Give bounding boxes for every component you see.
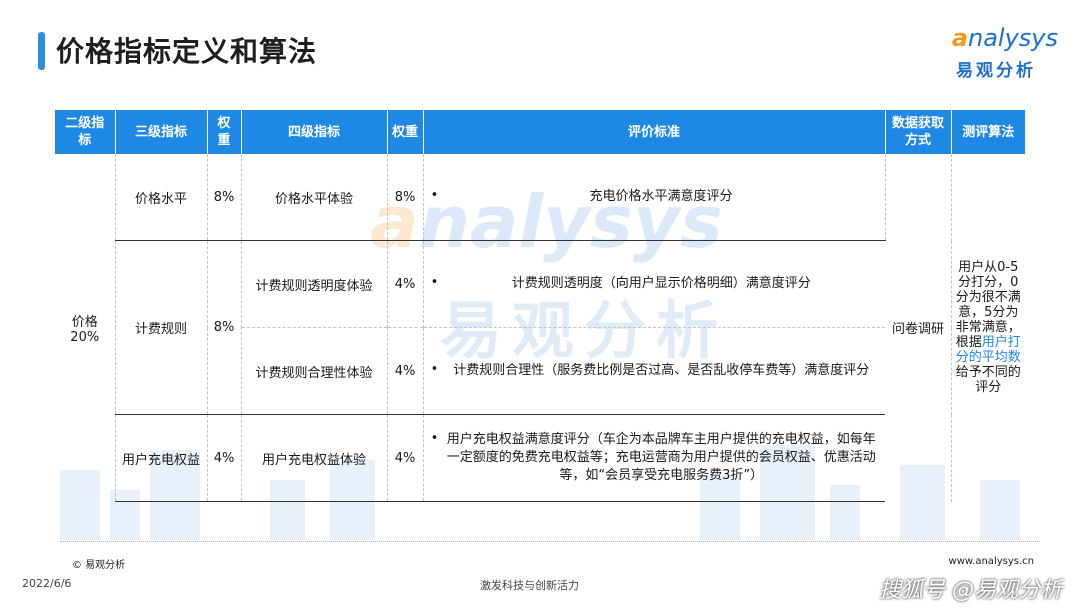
header-level3: 三级指标 [115,110,208,154]
table-row: 价格 20% 价格水平 8% 价格水平体验 8% • 充电价格水平满意度评分 问卷… [55,154,1025,502]
data-method-cell: 问卷调研 [885,154,952,502]
level4-weight: 4% [387,327,424,415]
website-link[interactable]: www.analysys.cn [949,556,1034,567]
level4-name: 价格水平体验 [241,154,388,241]
criterion-cell: • 计费规则合理性（服务费比例是否过高、是否乱收停车费等）满意度评分 [423,327,885,415]
analysys-logo: analysys 易观分析 [948,24,1058,81]
copyright-text: © 易观分析 [72,560,126,571]
level4-weight: 4% [387,240,424,328]
title-accent-bar [38,32,45,70]
logo-chinese: 易观分析 [956,61,1036,81]
criterion-text: 计费规则合理性（服务费比例是否过高、是否乱收停车费等）满意度评分 [453,363,870,378]
level3-name: 价格水平 [115,154,208,241]
level4-name: 计费规则合理性体验 [241,327,388,415]
criterion-text: 用户充电权益满意度评分（车企为本品牌车主用户提供的充电权益，如每年一定额度的免费… [446,432,876,483]
criterion-text: 计费规则透明度（向用户显示价格明细）满意度评分 [511,276,811,291]
brand-watermark: 搜狐号 @易观分析 [879,578,1062,603]
header-level4: 四级指标 [241,110,388,154]
level3-weight: 8% [207,240,242,415]
level3-weight: 8% [207,154,242,241]
slogan-text: 激发科技与创新活力 [480,579,579,592]
header-weight3: 权重 [207,110,242,154]
table-header-row: 二级指标 三级指标 权重 四级指标 权重 评价标准 数据获取方式 测评算法 [55,110,1025,154]
header-weight4: 权重 [387,110,424,154]
logo-word: analysys [951,24,1058,52]
criterion-cell: • 计费规则透明度（向用户显示价格明细）满意度评分 [423,240,885,328]
header-level2: 二级指标 [55,110,116,154]
level2-weight: 20% [70,329,100,345]
criterion-cell: • 充电价格水平满意度评分 [423,154,886,241]
table-row: 计费规则 8% 计费规则透明度体验 4% • 计费规则透明度（向用户显示价格明细）… [55,240,1025,415]
header-criteria: 评价标准 [423,110,886,154]
footer-divider [60,541,1040,542]
level3-name: 计费规则 [115,240,208,415]
level4-name: 用户充电权益体验 [241,414,388,502]
level3-name: 用户充电权益 [115,414,208,502]
level2-cell: 价格 20% [55,154,116,502]
criterion-cell: • 用户充电权益满意度评分（车企为本品牌车主用户提供的充电权益，如每年一定额度的免… [423,414,885,502]
header-algorithm: 测评算法 [951,110,1025,154]
page-title: 价格指标定义和算法 [56,35,318,68]
criterion-text: 充电价格水平满意度评分 [589,189,733,204]
level4-weight: 8% [387,154,424,241]
header-data-method: 数据获取方式 [885,110,952,154]
level3-weight: 4% [207,414,242,502]
price-indicator-table: 二级指标 三级指标 权重 四级指标 权重 评价标准 数据获取方式 测评算法 价格… [55,110,1025,502]
level4-weight: 4% [387,414,424,502]
level2-name: 价格 [71,314,98,330]
table-row: 用户充电权益 4% 用户充电权益体验 4% • 用户充电权益满意度评分（车企为本品… [55,414,1025,502]
date-text: 2022/6/6 [22,577,72,590]
level4-name: 计费规则透明度体验 [241,240,388,328]
algorithm-cell: 用户从0-5分打分，0分为很不满意，5分为非常满意，根据用户打分的平均数给予不同… [955,260,1021,396]
